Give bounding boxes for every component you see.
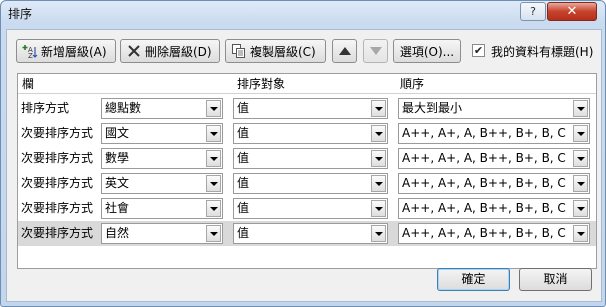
sort-on-value: 值 xyxy=(237,176,250,190)
ok-button[interactable]: 確定 xyxy=(437,268,510,291)
column-value: 數學 xyxy=(105,151,130,165)
sort-on-value: 值 xyxy=(237,126,250,140)
dropdown-arrow-icon[interactable] xyxy=(206,225,221,242)
add-level-button[interactable]: A Z 新增層級(A) xyxy=(16,39,116,63)
dropdown-arrow-icon[interactable] xyxy=(206,125,221,142)
move-up-button[interactable] xyxy=(332,39,357,63)
dropdown-arrow-icon[interactable] xyxy=(573,125,588,142)
delete-level-button[interactable]: 刪除層級(D) xyxy=(120,39,220,63)
move-down-icon xyxy=(369,44,382,58)
move-down-button[interactable] xyxy=(363,39,388,63)
column-select[interactable]: 英文 xyxy=(101,173,223,194)
dropdown-arrow-icon[interactable] xyxy=(371,125,386,142)
header-divider xyxy=(18,93,596,94)
sort-on-select[interactable]: 值 xyxy=(233,148,388,169)
sort-on-value: 值 xyxy=(237,226,250,240)
dropdown-arrow-icon[interactable] xyxy=(206,150,221,167)
order-value: A++, A+, A, B++, B+, B, C xyxy=(402,151,566,165)
move-up-icon xyxy=(338,44,351,58)
order-select[interactable]: A++, A+, A, B++, B+, B, C xyxy=(398,223,590,244)
dropdown-arrow-icon[interactable] xyxy=(573,175,588,192)
order-select[interactable]: A++, A+, A, B++, B+, B, C xyxy=(398,198,590,219)
help-button[interactable]: ? xyxy=(520,2,546,21)
order-select[interactable]: A++, A+, A, B++, B+, B, C xyxy=(398,148,590,169)
row-label: 排序方式 xyxy=(21,101,70,115)
order-value: A++, A+, A, B++, B+, B, C xyxy=(402,226,566,240)
copy-level-label: 複製層級(C) xyxy=(250,44,316,59)
options-label: 選項(O)... xyxy=(399,44,455,59)
order-select[interactable]: 最大到最小 xyxy=(398,98,590,119)
column-select[interactable]: 國文 xyxy=(101,123,223,144)
sort-on-value: 值 xyxy=(237,101,250,115)
column-select[interactable]: 自然 xyxy=(101,223,223,244)
row-label: 次要排序方式 xyxy=(21,226,94,240)
sort-level-row[interactable]: 次要排序方式 數學 值 A++, A+, A, B++, B+, B, C xyxy=(18,146,596,171)
dialog-body: A Z 新增層級(A) 刪除層級(D) 複製層級(C) 選項(O)... ✔ 我… xyxy=(6,29,602,302)
order-value: A++, A+, A, B++, B+, B, C xyxy=(402,126,566,140)
svg-text:Z: Z xyxy=(28,52,33,59)
column-select[interactable]: 社會 xyxy=(101,198,223,219)
dropdown-arrow-icon[interactable] xyxy=(573,225,588,242)
sort-on-value: 值 xyxy=(237,151,250,165)
order-select[interactable]: A++, A+, A, B++, B+, B, C xyxy=(398,173,590,194)
copy-level-button[interactable]: 複製層級(C) xyxy=(225,39,326,63)
sort-dialog: 排序 ? ✕ A Z 新增層級(A) 刪除層級(D) 複製層級(C) 選項(O)… xyxy=(0,0,606,307)
order-value: A++, A+, A, B++, B+, B, C xyxy=(402,201,566,215)
copy-icon xyxy=(231,43,247,59)
options-button[interactable]: 選項(O)... xyxy=(393,39,461,63)
add-level-icon: A Z xyxy=(22,43,38,59)
sort-level-row[interactable]: 次要排序方式 社會 值 A++, A+, A, B++, B+, B, C xyxy=(18,196,596,221)
column-value: 國文 xyxy=(105,126,130,140)
dropdown-arrow-icon[interactable] xyxy=(573,100,588,117)
column-value: 英文 xyxy=(105,176,130,190)
dropdown-arrow-icon[interactable] xyxy=(206,175,221,192)
dropdown-arrow-icon[interactable] xyxy=(371,150,386,167)
sort-on-select[interactable]: 值 xyxy=(233,223,388,244)
dropdown-arrow-icon[interactable] xyxy=(371,200,386,217)
column-value: 自然 xyxy=(105,226,130,240)
sort-on-value: 值 xyxy=(237,201,250,215)
sort-on-select[interactable]: 值 xyxy=(233,173,388,194)
sort-on-select[interactable]: 值 xyxy=(233,123,388,144)
order-header: 順序 xyxy=(400,77,425,91)
order-select[interactable]: A++, A+, A, B++, B+, B, C xyxy=(398,123,590,144)
order-value: 最大到最小 xyxy=(402,101,463,115)
column-select[interactable]: 總點數 xyxy=(101,98,223,119)
dropdown-arrow-icon[interactable] xyxy=(371,175,386,192)
cancel-button[interactable]: 取消 xyxy=(519,268,592,291)
dropdown-arrow-icon[interactable] xyxy=(573,200,588,217)
dropdown-arrow-icon[interactable] xyxy=(573,150,588,167)
order-value: A++, A+, A, B++, B+, B, C xyxy=(402,176,566,190)
add-level-label: 新增層級(A) xyxy=(41,44,107,59)
sort-on-select[interactable]: 值 xyxy=(233,198,388,219)
row-label: 次要排序方式 xyxy=(21,201,94,215)
sort-level-row-selected[interactable]: 次要排序方式 自然 值 A++, A+, A, B++, B+, B, C xyxy=(18,221,596,246)
column-select[interactable]: 數學 xyxy=(101,148,223,169)
sort-level-row[interactable]: 次要排序方式 英文 值 A++, A+, A, B++, B+, B, C xyxy=(18,171,596,196)
row-label: 次要排序方式 xyxy=(21,126,94,140)
header-checkbox-label: 我的資料有標題(H) xyxy=(491,45,594,59)
dropdown-arrow-icon[interactable] xyxy=(371,100,386,117)
title-bar: 排序 ? ✕ xyxy=(1,1,605,27)
close-button[interactable]: ✕ xyxy=(547,2,597,21)
delete-level-label: 刪除層級(D) xyxy=(145,44,212,59)
dropdown-arrow-icon[interactable] xyxy=(371,225,386,242)
dropdown-arrow-icon[interactable] xyxy=(206,100,221,117)
sort-on-select[interactable]: 值 xyxy=(233,98,388,119)
header-checkbox[interactable]: ✔ xyxy=(472,44,485,57)
sort-levels-grid: 欄 排序對象 順序 排序方式 總點數 值 最大到最小 次要排序方式 國文 值 A… xyxy=(17,73,597,269)
dropdown-arrow-icon[interactable] xyxy=(206,200,221,217)
sort-level-row[interactable]: 次要排序方式 國文 值 A++, A+, A, B++, B+, B, C xyxy=(18,121,596,146)
sort-level-row[interactable]: 排序方式 總點數 值 最大到最小 xyxy=(18,96,596,121)
delete-icon xyxy=(126,43,142,59)
dialog-title: 排序 xyxy=(8,7,33,21)
row-label: 次要排序方式 xyxy=(21,151,94,165)
column-value: 總點數 xyxy=(105,101,142,115)
column-header: 欄 xyxy=(22,77,35,91)
row-label: 次要排序方式 xyxy=(21,176,94,190)
column-value: 社會 xyxy=(105,201,130,215)
sort-on-header: 排序對象 xyxy=(237,77,286,91)
